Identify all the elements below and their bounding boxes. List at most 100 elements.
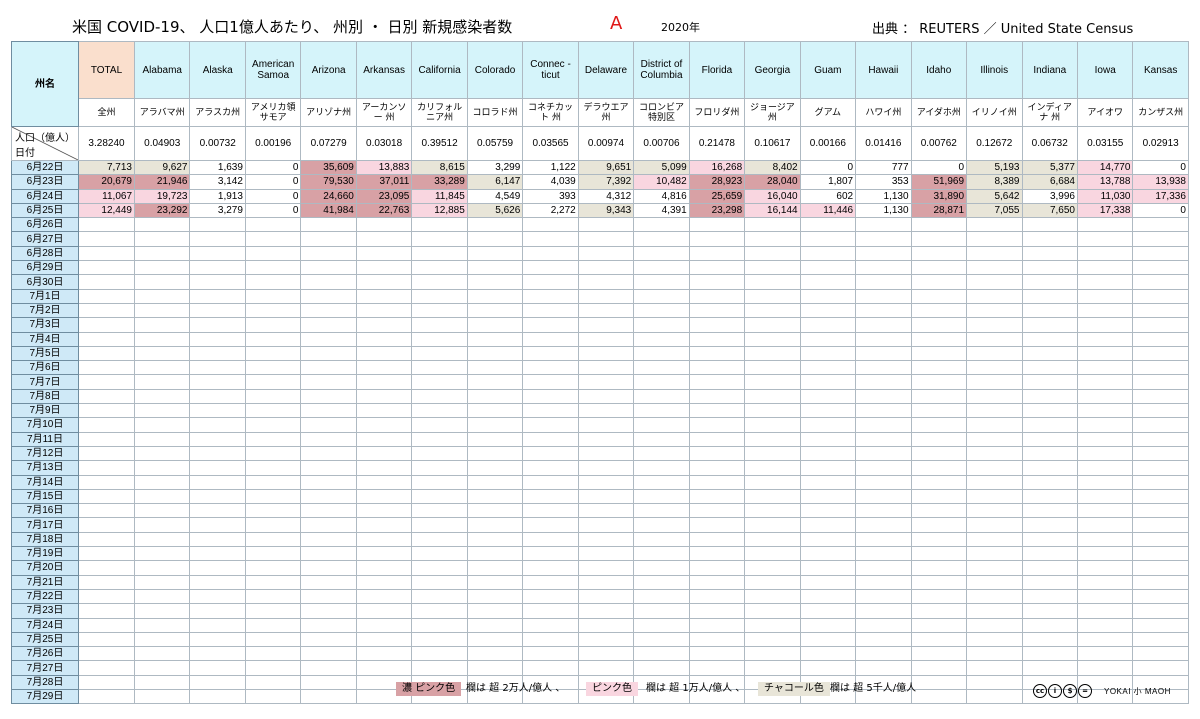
value-cell (577, 646, 635, 662)
value-cell (966, 374, 1023, 390)
value-cell (744, 217, 801, 233)
value-cell (411, 231, 468, 247)
value-cell (355, 617, 413, 633)
value-cell (466, 317, 524, 333)
value-cell (1021, 660, 1078, 676)
value-cell (78, 388, 135, 405)
value-cell (411, 245, 468, 262)
legend-charcoal-desc: 欄は 超 5千人/億人 (830, 683, 917, 694)
value-cell (688, 546, 746, 562)
value-cell (189, 574, 246, 590)
value-cell (300, 317, 357, 333)
value-cell (1021, 603, 1078, 619)
value-cell (1021, 588, 1078, 605)
date-cell: 7月18日 (11, 531, 79, 548)
value-cell (300, 460, 357, 476)
value-cell (1132, 245, 1189, 262)
value-cell (133, 660, 191, 676)
value-cell (355, 517, 413, 533)
value-cell (1132, 317, 1189, 333)
table-row: 7月11日 (11, 431, 1189, 447)
value-cell (244, 231, 302, 247)
value-cell (189, 417, 246, 433)
value-cell (1132, 431, 1189, 447)
value-cell (133, 560, 191, 576)
value-cell (1021, 302, 1078, 319)
value-cell (633, 417, 690, 433)
value-cell (633, 660, 690, 676)
value-cell (577, 631, 635, 648)
value-cell (300, 417, 357, 433)
value-cell (744, 460, 801, 476)
state-header: Idaho (910, 41, 968, 99)
value-cell (1076, 245, 1134, 262)
population-cell: 0.06732 (1021, 126, 1078, 161)
value-cell (855, 445, 912, 462)
value-cell (300, 560, 357, 576)
value-cell (855, 603, 912, 619)
table-row: 6月28日 (11, 245, 1189, 262)
population-cell: 0.00706 (633, 126, 690, 161)
state-name-jp: ハワイ州 (855, 98, 912, 127)
value-cell: 16,268 (688, 159, 746, 176)
table-row: 6月27日 (11, 231, 1189, 247)
value-cell (355, 431, 413, 447)
value-cell (466, 546, 524, 562)
value-cell (633, 503, 690, 519)
value-cell: 1,130 (855, 188, 912, 204)
value-cell: 12,449 (78, 202, 135, 219)
value-cell (244, 288, 302, 304)
value-cell (966, 460, 1023, 476)
value-cell (577, 460, 635, 476)
population-cell: 0.05759 (466, 126, 524, 161)
value-cell (300, 503, 357, 519)
legend-pink-desc: 欄は 超 1万人/億人 、 (646, 683, 746, 694)
table-row: 7月17日 (11, 517, 1189, 533)
value-cell (522, 517, 579, 533)
value-cell (910, 588, 968, 605)
value-cell (1132, 660, 1189, 676)
value-cell (633, 360, 690, 376)
value-cell (78, 345, 135, 362)
value-cell: 17,336 (1132, 188, 1189, 204)
value-cell (300, 517, 357, 533)
value-cell (522, 617, 579, 633)
value-cell (244, 531, 302, 548)
value-cell (744, 403, 801, 419)
value-cell (799, 631, 857, 648)
date-cell: 7月13日 (11, 460, 79, 476)
state-header: Alabama (133, 41, 191, 99)
state-header: Florida (688, 41, 746, 99)
value-cell (133, 646, 191, 662)
legend-charcoal-swatch: チャコール色 (758, 682, 830, 696)
value-cell (1021, 617, 1078, 633)
value-cell: 79,530 (300, 174, 357, 190)
state-header: American Samoa (244, 41, 302, 99)
value-cell (78, 417, 135, 433)
value-cell (633, 460, 690, 476)
value-cell (1076, 388, 1134, 405)
value-cell (744, 531, 801, 548)
value-cell (744, 646, 801, 662)
value-cell (799, 331, 857, 347)
population-cell: 0.01416 (855, 126, 912, 161)
value-cell (522, 474, 579, 490)
value-cell (355, 345, 413, 362)
value-cell (1021, 274, 1078, 290)
value-cell (411, 374, 468, 390)
value-cell (1076, 217, 1134, 233)
state-header: Arizona (300, 41, 357, 99)
value-cell (411, 531, 468, 548)
value-cell (522, 302, 579, 319)
value-cell (855, 531, 912, 548)
value-cell (244, 546, 302, 562)
value-cell: 8,402 (744, 159, 801, 176)
value-cell (966, 574, 1023, 590)
value-cell (1132, 617, 1189, 633)
value-cell (411, 274, 468, 290)
value-cell (799, 488, 857, 505)
table-row: 6月23日 20,679 21,946 3,142 0 79,530 37,011 33,28… (11, 174, 1189, 190)
value-cell (855, 574, 912, 590)
value-cell (1132, 560, 1189, 576)
value-cell (1132, 374, 1189, 390)
